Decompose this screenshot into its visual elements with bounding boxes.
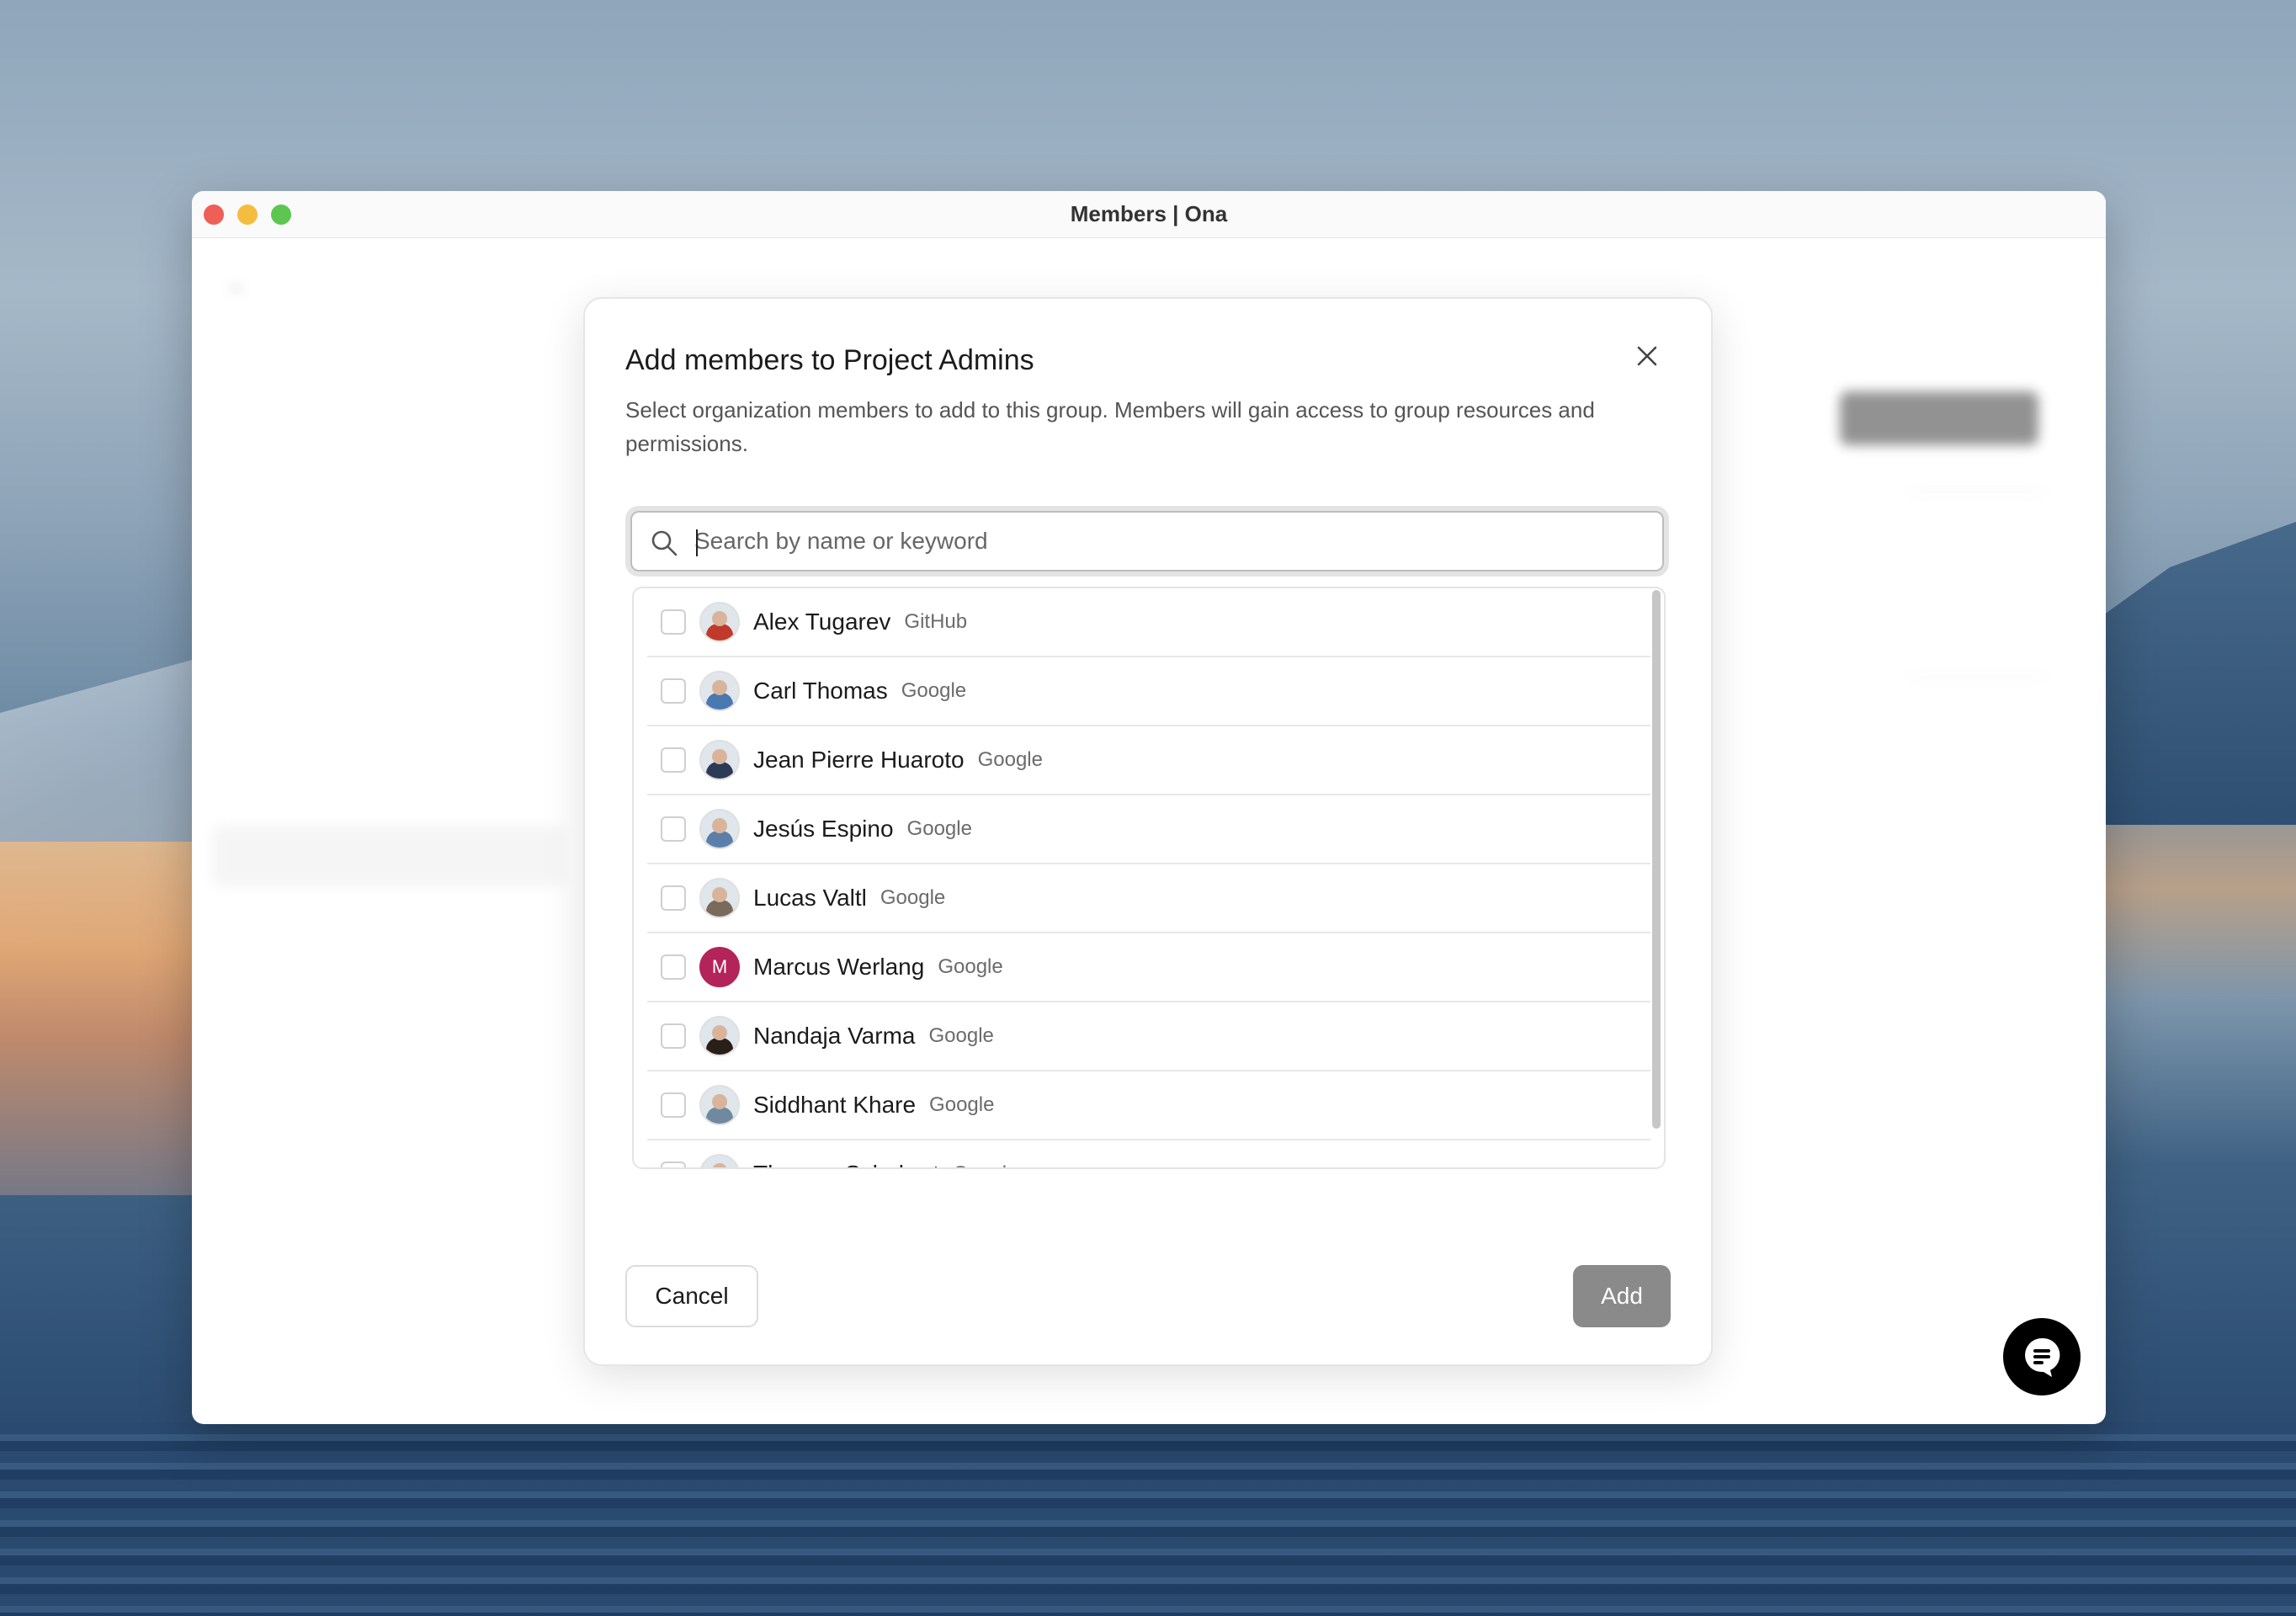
avatar <box>699 740 740 780</box>
avatar-photo-head <box>712 611 727 626</box>
desktop-water <box>0 1422 2296 1616</box>
desktop-sunset <box>0 842 219 1195</box>
member-row[interactable]: Jean Pierre Huaroto Google <box>647 726 1650 795</box>
blurred-back-link: ← <box>226 272 249 298</box>
dialog-title: Add members to Project Admins <box>625 344 1034 376</box>
member-row[interactable]: Lucas Valtl Google <box>647 864 1650 933</box>
member-row[interactable]: Siddhant Khare Google <box>647 1071 1650 1140</box>
avatar <box>699 1085 740 1125</box>
avatar <box>699 1154 740 1167</box>
member-name: Carl Thomas <box>753 678 888 704</box>
chat-icon <box>2025 1337 2060 1377</box>
member-checkbox[interactable] <box>661 609 686 635</box>
avatar <box>699 878 740 918</box>
member-checkbox[interactable] <box>661 954 686 980</box>
member-row[interactable]: Nandaja Varma Google <box>647 1002 1650 1071</box>
avatar-photo-body <box>706 1107 733 1124</box>
blurred-divider <box>1909 491 2044 492</box>
blurred-sidebar-item-active <box>212 826 566 886</box>
member-checkbox[interactable] <box>661 1023 686 1049</box>
member-provider: Google <box>906 817 972 840</box>
avatar-photo-body <box>706 900 733 917</box>
member-checkbox[interactable] <box>661 1162 686 1167</box>
member-checkbox[interactable] <box>661 816 686 842</box>
avatar <box>699 602 740 642</box>
close-icon <box>1637 346 1657 366</box>
search-input[interactable] <box>694 521 1637 561</box>
member-provider: Google <box>901 679 967 702</box>
member-row[interactable]: Carl Thomas Google <box>647 657 1650 726</box>
member-checkbox[interactable] <box>661 885 686 911</box>
member-provider: Google <box>880 886 946 909</box>
avatar-photo-head <box>712 749 727 764</box>
dialog-description: Select organization members to add to th… <box>625 397 1595 456</box>
search-icon <box>651 530 678 556</box>
avatar-photo-head <box>712 1163 727 1167</box>
close-dialog-button[interactable] <box>1630 339 1664 373</box>
avatar <box>699 809 740 849</box>
add-members-dialog: Add members to Project Admins Select org… <box>583 297 1713 1366</box>
member-name: Jean Pierre Huaroto <box>753 747 965 773</box>
avatar-photo-body <box>706 1038 733 1055</box>
member-row[interactable]: Jesús Espino Google <box>647 795 1650 864</box>
member-provider: Google <box>953 1162 1018 1167</box>
avatar-photo-head <box>712 887 727 902</box>
member-name: Siddhant Khare <box>753 1092 917 1118</box>
avatar-photo-body <box>706 762 733 779</box>
member-row[interactable]: Alex Tugarev GitHub <box>647 588 1650 657</box>
member-row[interactable]: M Marcus Werlang Google <box>647 933 1650 1002</box>
window-title: Members | Ona <box>1070 201 1228 226</box>
member-provider: Google <box>977 748 1043 771</box>
member-checkbox[interactable] <box>661 747 686 773</box>
member-list-scroll[interactable]: Alex Tugarev GitHub Carl Thomas Google Jean … <box>634 588 1664 1167</box>
avatar: M <box>699 947 740 987</box>
titlebar: Members | Ona <box>192 191 2106 238</box>
avatar-photo-head <box>712 1094 727 1109</box>
member-name: Lucas Valtl <box>753 885 867 911</box>
member-name: Nandaja Varma <box>753 1023 916 1049</box>
blurred-primary-button <box>1840 391 2038 445</box>
add-button[interactable]: Add <box>1573 1265 1671 1327</box>
member-checkbox[interactable] <box>661 678 686 704</box>
blurred-divider <box>1909 676 2044 678</box>
avatar-photo-head <box>712 680 727 695</box>
avatar <box>699 1016 740 1056</box>
member-name: Thomas Schubart <box>753 1161 939 1167</box>
member-name: Jesús Espino <box>753 816 894 842</box>
avatar-photo-body <box>706 693 733 710</box>
cancel-button[interactable]: Cancel <box>625 1265 758 1327</box>
avatar-photo-body <box>706 831 733 848</box>
member-provider: Google <box>928 1024 994 1047</box>
member-checkbox[interactable] <box>661 1092 686 1118</box>
text-caret <box>696 529 698 556</box>
member-provider: Google <box>929 1093 995 1116</box>
avatar-photo-head <box>712 818 727 833</box>
avatar-photo-head <box>712 1025 727 1040</box>
member-provider: Google <box>938 955 1003 978</box>
search-field[interactable] <box>625 506 1669 577</box>
member-provider: GitHub <box>904 610 968 633</box>
chat-button[interactable] <box>2003 1318 2081 1395</box>
member-list-scrollbar[interactable] <box>1652 590 1661 1129</box>
member-list[interactable]: Alex Tugarev GitHub Carl Thomas Google Jean … <box>632 587 1666 1169</box>
avatar-photo-body <box>706 624 733 641</box>
member-name: Marcus Werlang <box>753 954 925 980</box>
member-row[interactable]: Thomas Schubart Google <box>647 1140 1650 1167</box>
avatar <box>699 671 740 711</box>
member-name: Alex Tugarev <box>753 609 891 635</box>
avatar-initial: M <box>711 956 728 977</box>
